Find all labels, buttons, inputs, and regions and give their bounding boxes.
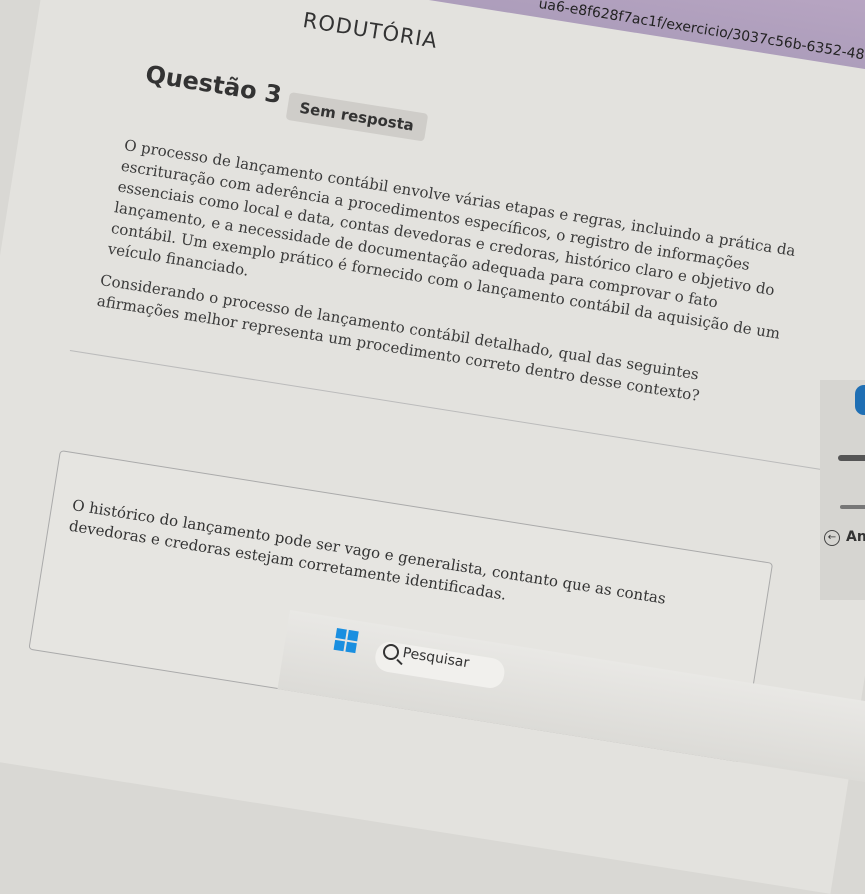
answer-nav-label: An [846, 529, 865, 545]
panel-divider [838, 455, 865, 461]
panel-divider-secondary [840, 505, 865, 509]
search-icon [383, 644, 399, 660]
windows-start-icon[interactable] [333, 628, 359, 654]
side-panel-toggle[interactable] [855, 385, 865, 415]
arrow-left-icon: ← [824, 530, 840, 546]
